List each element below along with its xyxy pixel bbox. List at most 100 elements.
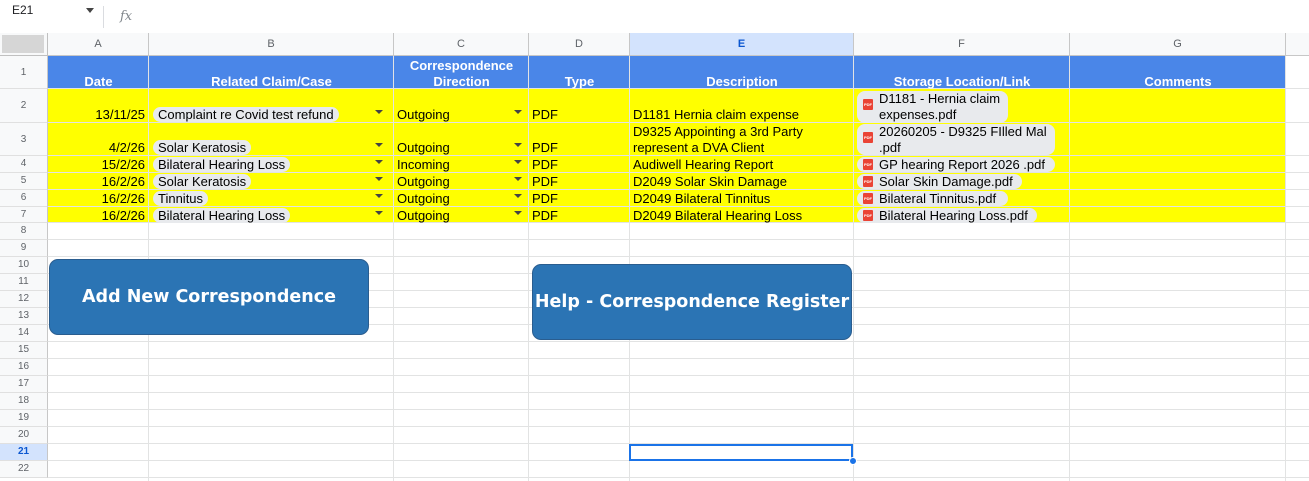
- row-header-3[interactable]: 3: [0, 123, 48, 156]
- description-line1[interactable]: D9325 Appointing a 3rd Party: [633, 124, 803, 139]
- name-box-value: E21: [12, 3, 34, 17]
- description-cell[interactable]: D1181 Hernia claim expense: [633, 107, 799, 122]
- chevron-down-icon[interactable]: [86, 8, 94, 13]
- direction-cell[interactable]: Outgoing: [397, 191, 450, 206]
- row-header-4[interactable]: 4: [0, 156, 48, 173]
- date-cell[interactable]: 15/2/26: [48, 157, 145, 172]
- header-storage-location: Storage Location/Link: [893, 74, 1031, 89]
- date-cell[interactable]: 13/11/25: [48, 107, 145, 122]
- claim-chip-label: Solar Keratosis: [153, 140, 252, 155]
- pdf-file-icon: PDF: [863, 132, 873, 143]
- file-name: Solar Skin Damage.pdf: [879, 174, 1013, 189]
- header-direction-line1: Correspondence: [409, 58, 514, 73]
- description-cell[interactable]: D2049 Solar Skin Damage: [633, 174, 787, 189]
- row-header-2[interactable]: 2: [0, 89, 48, 123]
- type-cell[interactable]: PDF: [532, 140, 558, 155]
- row-header-14[interactable]: 14: [0, 325, 48, 342]
- row-header-13[interactable]: 13: [0, 308, 48, 325]
- row-header-18[interactable]: 18: [0, 393, 48, 410]
- dropdown-arrow-icon[interactable]: [375, 211, 383, 215]
- row-header-16[interactable]: 16: [0, 359, 48, 376]
- file-name-line2: .pdf: [879, 140, 901, 155]
- dropdown-arrow-icon[interactable]: [514, 143, 522, 147]
- direction-cell[interactable]: Outgoing: [397, 107, 450, 122]
- description-cell[interactable]: D2049 Bilateral Hearing Loss: [633, 208, 802, 223]
- date-cell[interactable]: 16/2/26: [48, 174, 145, 189]
- type-cell[interactable]: PDF: [532, 174, 558, 189]
- description-cell[interactable]: D2049 Bilateral Tinnitus: [633, 191, 770, 206]
- dropdown-arrow-icon[interactable]: [375, 177, 383, 181]
- file-name-line2: expenses.pdf: [879, 107, 957, 122]
- help-correspondence-register-button[interactable]: Help - Correspondence Register: [532, 264, 852, 340]
- type-cell[interactable]: PDF: [532, 208, 558, 223]
- claim-chip-label: Complaint re Covid test refund: [153, 107, 339, 122]
- row-header-21[interactable]: 21: [0, 444, 48, 461]
- column-header-f[interactable]: F: [854, 33, 1070, 56]
- pdf-file-icon: PDF: [863, 176, 873, 187]
- description-line2[interactable]: represent a DVA Client: [633, 140, 764, 155]
- type-cell[interactable]: PDF: [532, 107, 558, 122]
- fill-handle[interactable]: [849, 457, 857, 465]
- fx-icon: fx: [120, 9, 133, 24]
- dropdown-arrow-icon[interactable]: [375, 110, 383, 114]
- row-header-17[interactable]: 17: [0, 376, 48, 393]
- dropdown-arrow-icon[interactable]: [514, 211, 522, 215]
- row-header-6[interactable]: 6: [0, 190, 48, 207]
- date-cell[interactable]: 16/2/26: [48, 208, 145, 223]
- dropdown-arrow-icon[interactable]: [514, 160, 522, 164]
- claim-chip-label: Tinnitus: [153, 191, 209, 206]
- row-header-20[interactable]: 20: [0, 427, 48, 444]
- row-header-7[interactable]: 7: [0, 207, 48, 223]
- claim-chip-label: Solar Keratosis: [153, 174, 252, 189]
- row-header-8[interactable]: 8: [0, 223, 48, 240]
- direction-cell[interactable]: Outgoing: [397, 174, 450, 189]
- row-header-1[interactable]: 1: [0, 56, 48, 89]
- row-header-9[interactable]: 9: [0, 240, 48, 257]
- claim-chip[interactable]: Tinnitus: [153, 191, 209, 206]
- column-header-c[interactable]: C: [394, 33, 529, 56]
- row-header-15[interactable]: 15: [0, 342, 48, 359]
- column-header-d[interactable]: D: [529, 33, 630, 56]
- claim-chip-label: Bilateral Hearing Loss: [153, 208, 291, 223]
- pdf-file-icon: PDF: [863, 99, 873, 110]
- date-cell[interactable]: 4/2/26: [48, 140, 145, 155]
- dropdown-arrow-icon[interactable]: [375, 143, 383, 147]
- column-header-h[interactable]: [1286, 33, 1309, 56]
- pdf-file-icon: PDF: [863, 159, 873, 170]
- dropdown-arrow-icon[interactable]: [514, 194, 522, 198]
- header-date: Date: [84, 74, 113, 89]
- row-header-11[interactable]: 11: [0, 274, 48, 291]
- claim-chip[interactable]: Bilateral Hearing Loss: [153, 157, 291, 172]
- claim-chip[interactable]: Solar Keratosis: [153, 174, 252, 189]
- date-cell[interactable]: 16/2/26: [48, 191, 145, 206]
- selected-cell-e21[interactable]: [629, 444, 853, 461]
- add-new-correspondence-button[interactable]: Add New Correspondence: [49, 259, 369, 335]
- select-all-icon: [2, 35, 44, 53]
- row-header-5[interactable]: 5: [0, 173, 48, 190]
- dropdown-arrow-icon[interactable]: [375, 160, 383, 164]
- claim-chip[interactable]: Solar Keratosis: [153, 140, 252, 155]
- column-header-a[interactable]: A: [48, 33, 149, 56]
- claim-chip[interactable]: Complaint re Covid test refund: [153, 107, 339, 122]
- direction-cell[interactable]: Incoming: [397, 157, 450, 172]
- row-header-19[interactable]: 19: [0, 410, 48, 427]
- column-header-e[interactable]: E: [630, 33, 854, 56]
- header-type: Type: [564, 74, 595, 89]
- dropdown-arrow-icon[interactable]: [514, 177, 522, 181]
- description-cell[interactable]: Audiwell Hearing Report: [633, 157, 773, 172]
- dropdown-arrow-icon[interactable]: [375, 194, 383, 198]
- direction-cell[interactable]: Outgoing: [397, 140, 450, 155]
- file-name: Bilateral Hearing Loss.pdf: [879, 208, 1028, 223]
- formula-bar: [0, 0, 1309, 33]
- row-header-12[interactable]: 12: [0, 291, 48, 308]
- type-cell[interactable]: PDF: [532, 191, 558, 206]
- file-name: GP hearing Report 2026 .pdf: [879, 157, 1045, 172]
- row-header-10[interactable]: 10: [0, 257, 48, 274]
- row-header-22[interactable]: 22: [0, 461, 48, 478]
- claim-chip[interactable]: Bilateral Hearing Loss: [153, 208, 291, 223]
- direction-cell[interactable]: Outgoing: [397, 208, 450, 223]
- column-header-b[interactable]: B: [149, 33, 394, 56]
- column-header-g[interactable]: G: [1070, 33, 1286, 56]
- type-cell[interactable]: PDF: [532, 157, 558, 172]
- dropdown-arrow-icon[interactable]: [514, 110, 522, 114]
